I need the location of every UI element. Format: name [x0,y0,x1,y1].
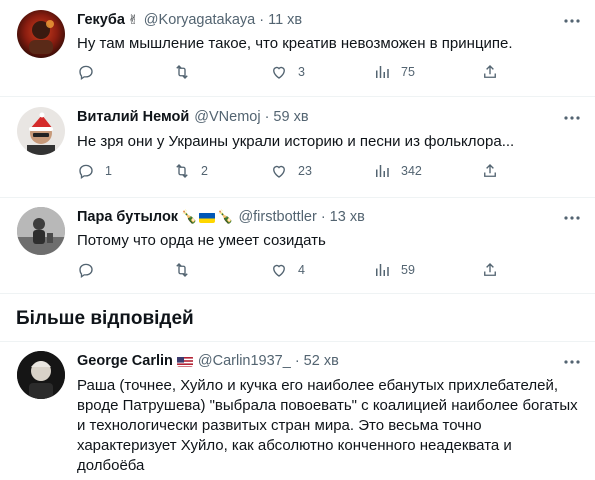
victory-hand-icon: ✌ [127,12,139,27]
share-button[interactable] [481,62,499,82]
author-handle[interactable]: @Koryagatakaya [144,12,255,28]
view-count: 342 [401,164,422,178]
reply-icon [79,164,93,180]
like-count: 23 [298,164,312,178]
views-button[interactable]: 342 [373,161,422,181]
tweet-actions: 1 2 23 342 [77,161,507,181]
retweet-icon [176,263,188,277]
share-icon [484,263,496,276]
reply-count: 1 [105,164,112,178]
timestamp[interactable]: 13 хв [330,209,365,225]
like-icon [273,66,285,79]
tweet-3[interactable]: Пара бутылок 🍾 🍾 @firstbottler · 13 хв П… [0,197,595,293]
view-count: 59 [401,263,415,277]
author-handle[interactable]: @Carlin1937_ [198,353,291,369]
views-button[interactable]: 75 [373,62,415,82]
timestamp[interactable]: 52 хв [304,353,339,369]
tweet-text-line: долбоёба [77,457,145,474]
tweet-text-line: и технологически развитых стран мира. Эт… [77,417,482,434]
retweet-button[interactable] [173,62,201,82]
tweet-header: Гекуба ✌ @Koryagatakaya · 11 хв [77,12,302,28]
author-name[interactable]: Пара бутылок [77,209,178,225]
author-name[interactable]: George Carlin [77,353,173,369]
separator-dot: · [320,209,326,225]
timestamp[interactable]: 11 хв [268,12,302,28]
separator-dot: · [259,12,265,28]
reply-icon [79,263,93,279]
share-icon [484,164,496,177]
views-icon [376,165,389,177]
tweet-header: Виталий Немой @VNemoj · 59 хв [77,109,309,125]
author-name[interactable]: Виталий Немой [77,109,189,125]
avatar[interactable] [17,10,65,58]
more-icon[interactable] [563,353,581,371]
tweet-1[interactable]: Гекуба ✌ @Koryagatakaya · 11 хв Ну там м… [0,0,595,97]
like-button[interactable]: 23 [270,161,312,181]
views-button[interactable]: 59 [373,260,415,280]
tweet-text: Потому что орда не умеет созидать [77,232,326,249]
more-icon[interactable] [563,109,581,127]
tweet-text: Не зря они у Украины украли историю и пе… [77,133,515,150]
avatar[interactable] [17,107,65,155]
views-icon [376,66,389,78]
author-handle[interactable]: @VNemoj [194,109,260,125]
timestamp[interactable]: 59 хв [273,109,308,125]
tweet-actions: 4 59 [77,260,507,280]
retweet-icon [176,164,188,178]
like-count: 3 [298,65,305,79]
avatar[interactable] [17,351,65,399]
ukraine-flag-icon [199,212,216,223]
more-icon[interactable] [563,209,581,227]
like-icon [273,165,285,178]
separator [0,293,595,294]
share-icon [484,65,496,78]
reply-icon [79,65,93,81]
separator-dot: · [294,353,300,369]
tweet-text-line: характеризует Хуйло, как абсолютно конче… [77,437,512,454]
retweet-button[interactable]: 2 [173,161,208,181]
more-icon[interactable] [563,12,581,30]
share-button[interactable] [481,260,499,280]
tweet-4[interactable]: George Carlin @Carlin1937_ · 52 хв Раша … [0,341,595,480]
author-handle[interactable]: @firstbottler [238,209,316,225]
tweet-text-line: Раша (точнее, Хуйло и кучка его наиболее… [77,377,558,394]
champagne-bottle-icon: 🍾 [181,209,198,224]
like-button[interactable]: 4 [270,260,305,280]
views-icon [376,264,389,276]
tweet-text: Ну там мышление такое, что креатив невоз… [77,35,513,52]
author-name[interactable]: Гекуба [77,12,125,28]
retweet-count: 2 [201,164,208,178]
view-count: 75 [401,65,415,79]
more-replies-heading: Більше відповідей [16,308,194,329]
like-count: 4 [298,263,305,277]
reply-button[interactable] [77,62,105,82]
tweet-header: Пара бутылок 🍾 🍾 @firstbottler · 13 хв [77,209,365,225]
retweet-button[interactable] [173,260,201,280]
reply-button[interactable] [77,260,105,280]
separator-dot: · [264,109,270,125]
share-button[interactable] [481,161,499,181]
tweet-header: George Carlin @Carlin1937_ · 52 хв [77,353,339,369]
tweet-actions: 3 75 [77,62,507,82]
like-icon [273,264,285,277]
tweet-text-line: вроде Патрушева) "выбрала повоевать" с к… [77,397,578,414]
retweet-icon [176,65,188,79]
like-button[interactable]: 3 [270,62,305,82]
usa-flag-icon [176,356,193,367]
avatar[interactable] [17,207,65,255]
reply-button[interactable]: 1 [77,161,112,181]
champagne-bottle-icon: 🍾 [217,209,234,224]
tweet-text: Раша (точнее, Хуйло и кучка его наиболее… [77,376,578,476]
tweet-2[interactable]: Виталий Немой @VNemoj · 59 хв Не зря они… [0,97,595,197]
